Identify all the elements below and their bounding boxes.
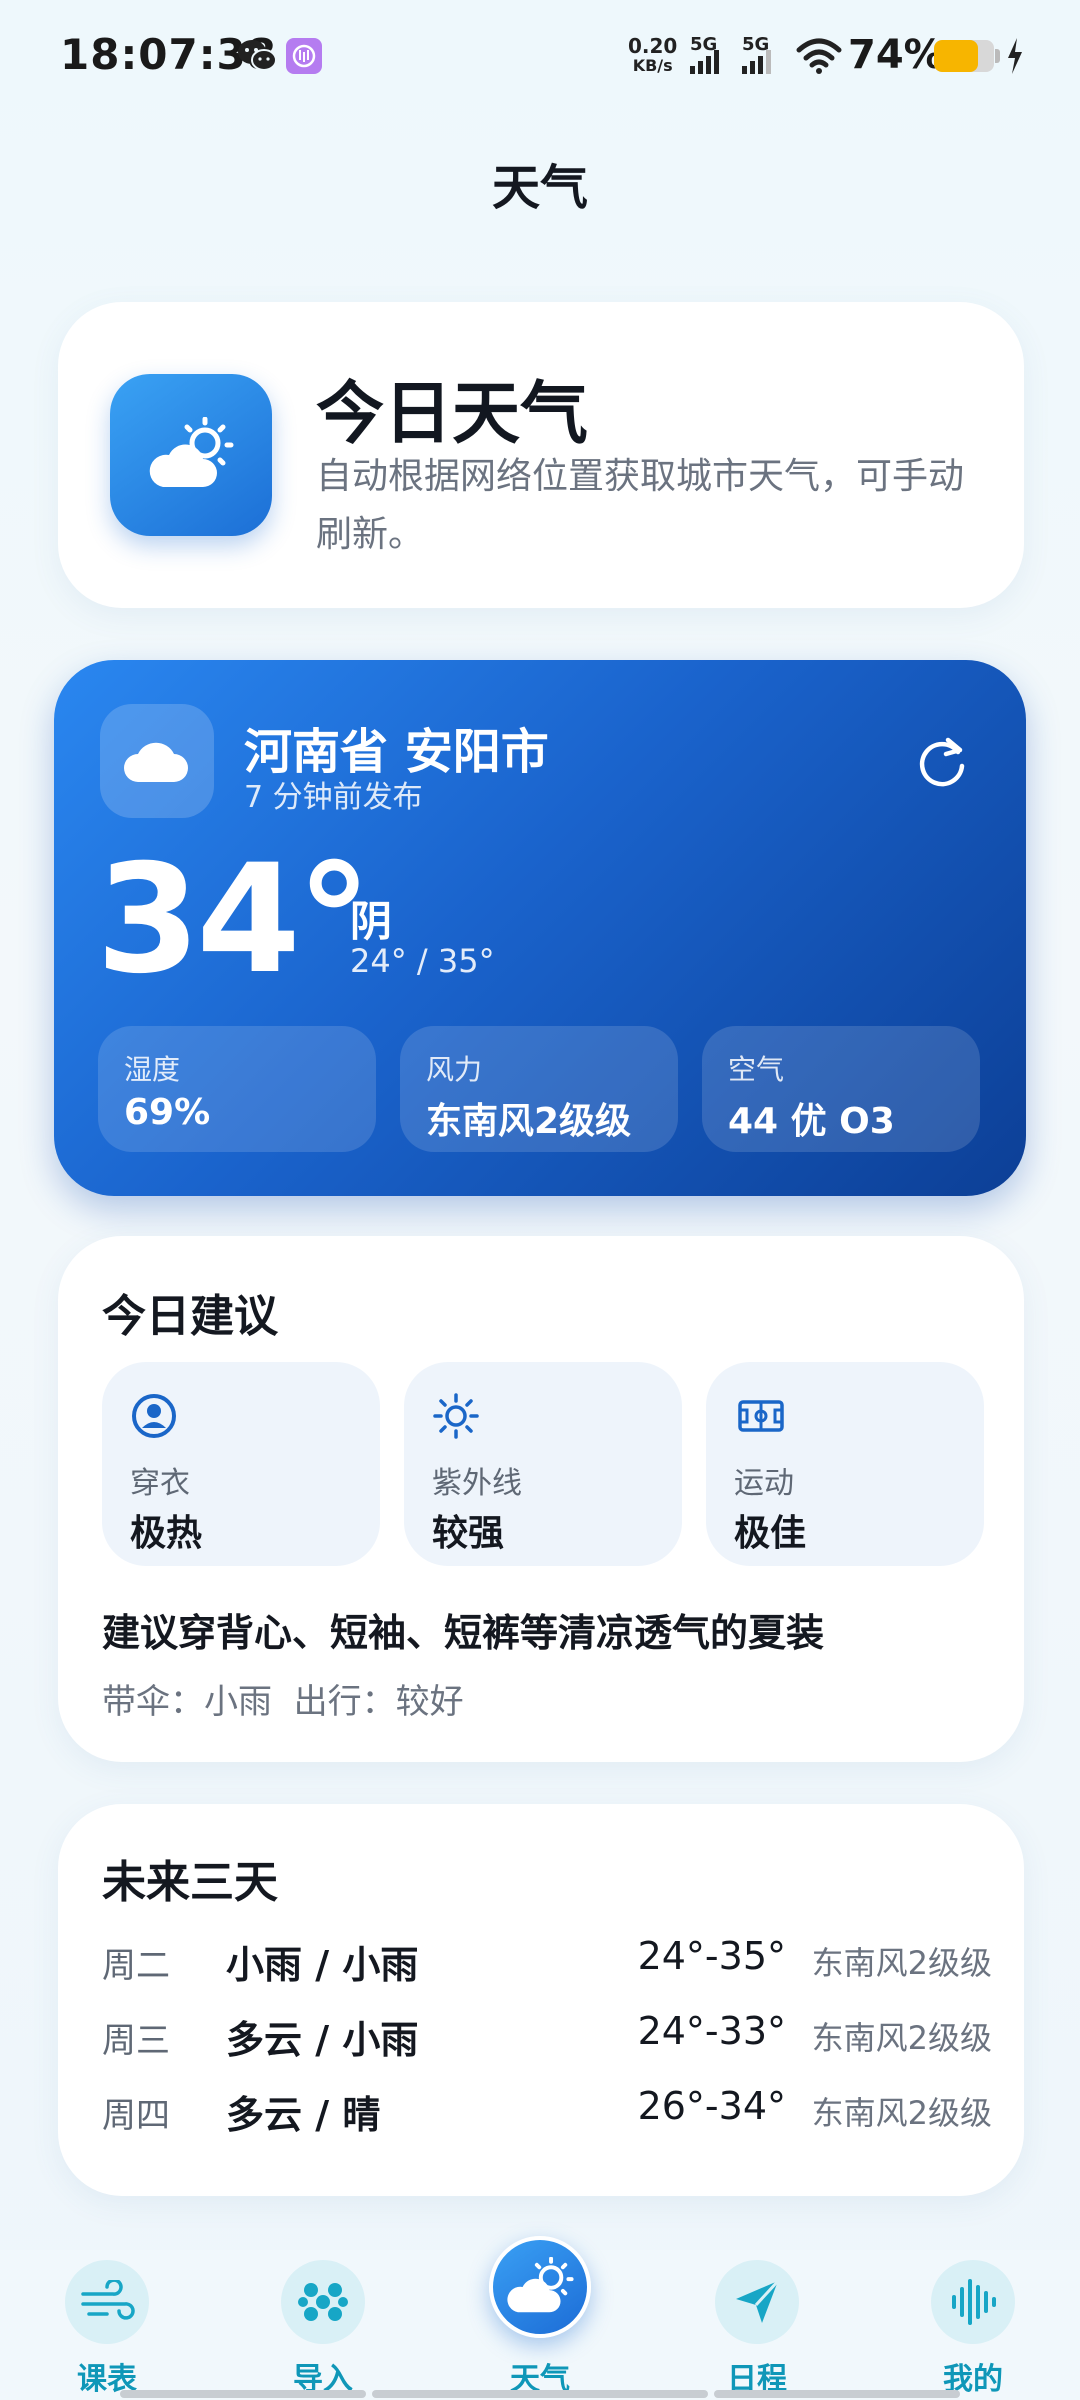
soundwave-icon xyxy=(931,2260,1015,2344)
forecast-day: 周二 xyxy=(102,1946,170,1986)
forecast-day: 周四 xyxy=(102,2096,170,2136)
humidity-stat: 湿度 69% xyxy=(98,1026,376,1152)
forecast-wind: 东南风2级级 xyxy=(811,2019,992,2057)
home-indicator[interactable] xyxy=(120,2390,366,2398)
person-icon xyxy=(132,1394,176,1438)
advice-tile-sport: 运动 极佳 xyxy=(706,1362,984,1566)
current-temperature: 34° xyxy=(96,833,372,1007)
net-speed: 0.20 KB/s xyxy=(628,36,677,76)
page-title: 天气 xyxy=(491,160,588,216)
send-icon xyxy=(715,2260,799,2344)
forecast-wind: 东南风2级级 xyxy=(811,1944,992,1982)
weather-page: 18:07:38 0.20 KB/s 5G 5G 74% 天气 今日天气 自动根… xyxy=(0,0,1080,2400)
forecast-title: 未来三天 xyxy=(102,1857,278,1908)
cloud-icon xyxy=(100,704,214,818)
battery-cap xyxy=(995,49,1000,63)
refresh-icon[interactable] xyxy=(912,732,972,792)
stat-label: 湿度 xyxy=(124,1053,181,1086)
forecast-row: 周四 多云 / 晴 26°-34° 东南风2级级 xyxy=(102,2080,992,2137)
stat-label: 风力 xyxy=(426,1053,483,1086)
forecast-row: 周三 多云 / 小雨 24°-33° 东南风2级级 xyxy=(102,2005,992,2062)
status-bar: 18:07:38 0.20 KB/s 5G 5G 74% xyxy=(0,0,1080,110)
nav-item-import[interactable]: 导入 xyxy=(248,2250,398,2400)
air-quality-stat: 空气 44 优 O3 xyxy=(702,1026,980,1152)
forecast-condition: 多云 / 小雨 xyxy=(226,2018,419,2062)
intro-title: 今日天气 xyxy=(316,375,589,454)
forecast-day: 周三 xyxy=(102,2021,170,2061)
clothing-advice-text: 建议穿背心、短袖、短裤等清凉透气的夏装 xyxy=(102,1611,825,1655)
advice-tile-clothing: 穿衣 极热 xyxy=(102,1362,380,1566)
wind-icon xyxy=(65,2260,149,2344)
net-speed-unit: KB/s xyxy=(632,56,673,75)
partly-cloudy-icon xyxy=(110,374,272,536)
advice-value: 极佳 xyxy=(734,1513,807,1554)
forecast-wind: 东南风2级级 xyxy=(811,2094,992,2132)
published-time: 7 分钟前发布 xyxy=(244,780,423,815)
forecast-card: 未来三天 周二 小雨 / 小雨 24°-35° 东南风2级级 周三 多云 / 小… xyxy=(58,1804,1024,2196)
app-notification-icon xyxy=(286,38,322,74)
weather-condition: 阴 xyxy=(350,897,393,946)
wechat-icon xyxy=(238,40,277,71)
home-indicator[interactable] xyxy=(372,2390,708,2398)
battery-percent: 74% xyxy=(848,32,944,78)
current-weather-card: 河南省 安阳市 7 分钟前发布 34° 阴 24° / 35° 湿度 69% 风… xyxy=(54,660,1026,1196)
forecast-temp: 24°-33° xyxy=(637,2009,786,2053)
signal-icon xyxy=(690,50,719,74)
nav-item-calendar[interactable]: 日程 xyxy=(682,2250,832,2400)
nav-item-profile[interactable]: 我的 xyxy=(898,2250,1048,2400)
advice-tile-uv: 紫外线 较强 xyxy=(404,1362,682,1566)
partly-cloudy-icon[interactable] xyxy=(489,2236,591,2338)
stat-label: 空气 xyxy=(728,1053,785,1086)
wifi-icon xyxy=(796,38,842,74)
advice-title: 今日建议 xyxy=(102,1291,278,1342)
forecast-temp: 24°-35° xyxy=(637,1934,786,1978)
battery-icon xyxy=(934,40,994,72)
wind-stat: 风力 东南风2级级 xyxy=(400,1026,678,1152)
forecast-row: 周二 小雨 / 小雨 24°-35° 东南风2级级 xyxy=(102,1930,992,1987)
temperature-range: 24° / 35° xyxy=(350,942,495,980)
stat-value: 东南风2级级 xyxy=(426,1101,632,1142)
home-indicator[interactable] xyxy=(714,2390,960,2398)
advice-value: 较强 xyxy=(432,1513,505,1554)
nav-item-schedule[interactable]: 课表 xyxy=(32,2250,182,2400)
forecast-condition: 多云 / 晴 xyxy=(226,2093,381,2137)
intro-card: 今日天气 自动根据网络位置获取城市天气，可手动刷新。 xyxy=(58,302,1024,608)
intro-description: 自动根据网络位置获取城市天气，可手动刷新。 xyxy=(316,456,965,555)
stat-value: 44 优 O3 xyxy=(728,1101,895,1142)
forecast-temp: 26°-34° xyxy=(637,2084,786,2128)
dots-icon xyxy=(281,2260,365,2344)
sun-icon xyxy=(433,1393,479,1439)
forecast-condition: 小雨 / 小雨 xyxy=(226,1943,419,1987)
advice-label: 穿衣 xyxy=(130,1466,190,1501)
advice-label: 紫外线 xyxy=(432,1466,522,1501)
stat-value: 69% xyxy=(124,1092,211,1133)
advice-card: 今日建议 穿衣 极热 紫外线 较强 运动 极佳 建议穿背心、短袖、短裤等清凉透气… xyxy=(58,1236,1024,1762)
advice-label: 运动 xyxy=(734,1466,794,1501)
court-icon xyxy=(738,1400,784,1432)
charging-icon xyxy=(1008,38,1022,74)
signal-icon xyxy=(742,50,771,74)
net-speed-value: 0.20 xyxy=(628,34,678,58)
advice-value: 极热 xyxy=(130,1513,203,1554)
extra-advice-text: 带伞：小雨 出行：较好 xyxy=(102,1682,464,1722)
